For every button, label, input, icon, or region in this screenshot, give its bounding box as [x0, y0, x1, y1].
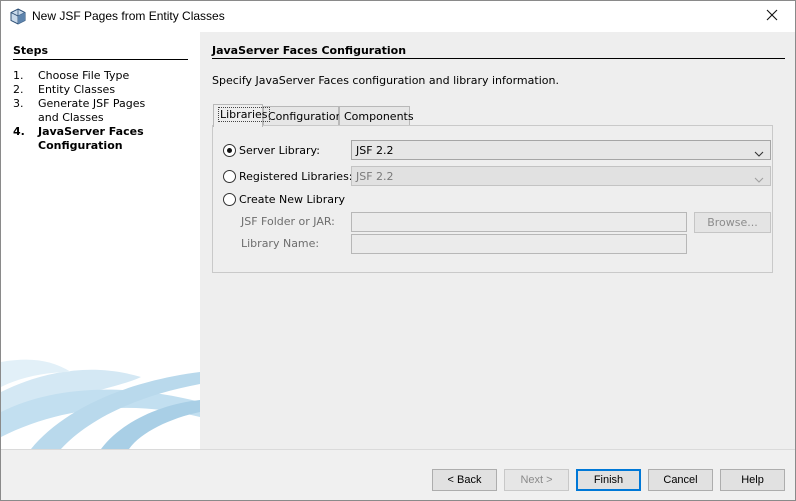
tab-label: Libraries: [218, 107, 270, 122]
tab-components[interactable]: Components: [339, 106, 414, 126]
netbeans-cube-icon: [10, 8, 26, 25]
create-new-library-radio[interactable]: [223, 192, 236, 206]
step-number: 2.: [13, 83, 24, 96]
chevron-down-icon: [754, 173, 764, 186]
chevron-down-icon: [754, 147, 764, 160]
steps-divider: [13, 59, 188, 60]
page-description: Specify JavaServer Faces configuration a…: [212, 74, 559, 87]
back-button[interactable]: < Back: [432, 469, 497, 491]
steps-panel: Steps 1. Choose File Type 2. Entity Clas…: [1, 32, 200, 449]
button-bar: < Back Next > Finish Cancel Help: [1, 449, 795, 500]
next-button: Next >: [504, 469, 569, 491]
title-divider: [212, 58, 785, 59]
server-library-label: Server Library:: [239, 143, 320, 157]
content-panel: JavaServer Faces Configuration Specify J…: [200, 32, 795, 449]
close-icon: [766, 9, 778, 24]
server-library-option[interactable]: Server Library:: [223, 142, 320, 158]
close-button[interactable]: [749, 1, 795, 31]
registered-libraries-radio[interactable]: [223, 169, 236, 183]
libraries-tab-panel: Server Library: JSF 2.2 Registered Libra…: [212, 125, 773, 273]
registered-libraries-select: JSF 2.2: [351, 166, 771, 186]
server-library-value: JSF 2.2: [356, 144, 394, 157]
title-bar[interactable]: New JSF Pages from Entity Classes: [1, 1, 795, 32]
step-number: 1.: [13, 69, 24, 82]
browse-button: Browse...: [694, 212, 771, 233]
wizard-swoosh-graphic: [1, 342, 200, 449]
cancel-button[interactable]: Cancel: [648, 469, 713, 491]
tab-label: Components: [344, 110, 414, 123]
create-new-library-label: Create New Library: [239, 192, 345, 206]
tab-label: Configuration: [268, 110, 343, 123]
step-label: Choose File Type: [38, 69, 130, 82]
registered-libraries-value: JSF 2.2: [356, 170, 394, 183]
library-name-field: [351, 234, 687, 254]
window-title: New JSF Pages from Entity Classes: [32, 9, 225, 23]
steps-title: Steps: [13, 44, 49, 57]
step-number: 3.: [13, 97, 24, 110]
finish-button[interactable]: Finish: [576, 469, 641, 491]
page-title: JavaServer Faces Configuration: [212, 44, 407, 57]
create-new-library-option[interactable]: Create New Library: [223, 191, 345, 207]
wizard-window: New JSF Pages from Entity Classes Steps …: [0, 0, 796, 501]
step-label: Generate JSF Pages and Classes: [38, 97, 146, 124]
server-library-radio[interactable]: [223, 143, 236, 157]
registered-libraries-label: Registered Libraries:: [239, 169, 353, 183]
step-label: JavaServer Faces Configuration: [38, 125, 144, 152]
registered-libraries-option[interactable]: Registered Libraries:: [223, 168, 353, 184]
tab-libraries[interactable]: Libraries: [213, 104, 270, 127]
jsf-folder-field: [351, 212, 687, 232]
library-name-label: Library Name:: [241, 237, 320, 250]
jsf-folder-label: JSF Folder or JAR:: [241, 215, 335, 228]
server-library-select[interactable]: JSF 2.2: [351, 140, 771, 160]
help-button[interactable]: Help: [720, 469, 785, 491]
tab-configuration[interactable]: Configuration: [263, 106, 343, 126]
step-label: Entity Classes: [38, 83, 116, 96]
step-number: 4.: [13, 125, 25, 138]
